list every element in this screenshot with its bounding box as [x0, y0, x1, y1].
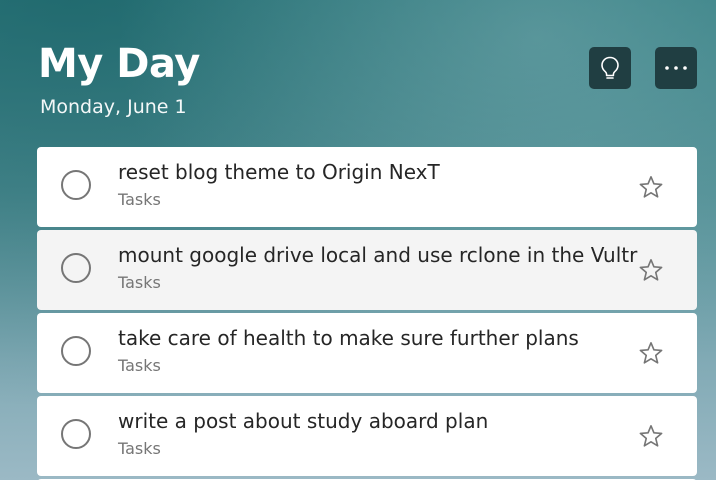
complete-checkbox[interactable]	[61, 253, 91, 283]
lightbulb-icon	[601, 56, 619, 79]
my-day-header: My Day Monday, June 1	[0, 0, 716, 140]
task-list-name: Tasks	[118, 273, 161, 292]
task-title[interactable]: take care of health to make sure further…	[118, 325, 579, 351]
task-list-name: Tasks	[118, 356, 161, 375]
star-icon[interactable]	[638, 174, 664, 200]
task-list-name: Tasks	[118, 439, 161, 458]
star-icon[interactable]	[638, 340, 664, 366]
page-title: My Day	[38, 41, 200, 87]
task-item[interactable]: mount google drive local and use rclone …	[37, 230, 697, 310]
more-options-button[interactable]	[655, 47, 697, 89]
task-item[interactable]: take care of health to make sure further…	[37, 313, 697, 393]
suggestions-button[interactable]	[589, 47, 631, 89]
star-icon[interactable]	[638, 423, 664, 449]
todo-app-window: My Day Monday, June 1 reset blog theme t…	[0, 0, 716, 480]
complete-checkbox[interactable]	[61, 336, 91, 366]
complete-checkbox[interactable]	[61, 170, 91, 200]
task-list-name: Tasks	[118, 190, 161, 209]
complete-checkbox[interactable]	[61, 419, 91, 449]
star-icon[interactable]	[638, 257, 664, 283]
task-item[interactable]: reset blog theme to Origin NexT Tasks	[37, 147, 697, 227]
task-title[interactable]: mount google drive local and use rclone …	[118, 242, 637, 268]
page-date: Monday, June 1	[40, 96, 187, 118]
more-options-icon	[665, 66, 687, 70]
task-title[interactable]: reset blog theme to Origin NexT	[118, 159, 440, 185]
task-title[interactable]: write a post about study aboard plan	[118, 408, 488, 434]
task-list: reset blog theme to Origin NexT Tasks mo…	[37, 147, 697, 480]
task-item[interactable]: write a post about study aboard plan Tas…	[37, 396, 697, 476]
